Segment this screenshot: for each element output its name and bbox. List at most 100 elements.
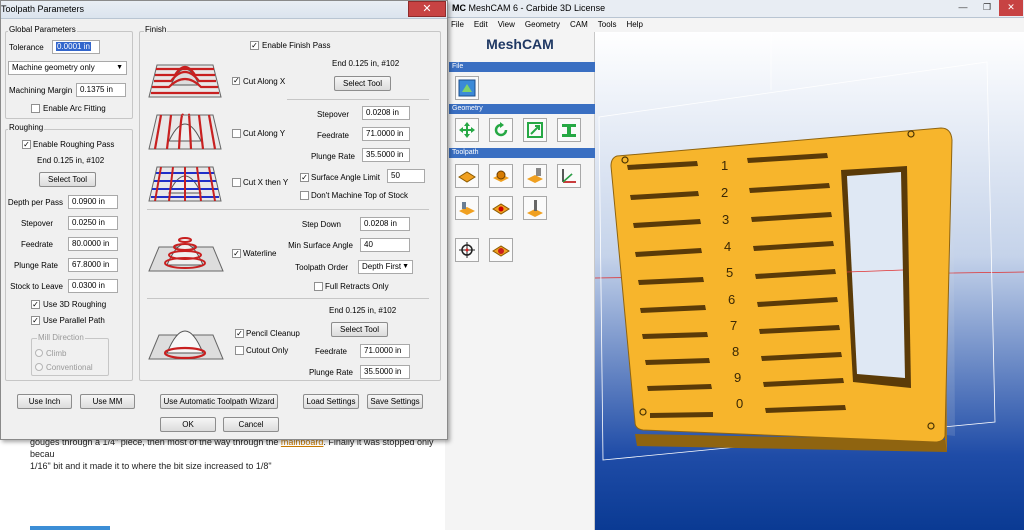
close-icon[interactable]: ✕ (999, 0, 1023, 16)
background-text: gouges through a 1/4" piece, then most o… (30, 436, 445, 472)
roughing-stepover-label: Stepover (20, 219, 53, 228)
minimize-icon[interactable]: — (951, 0, 975, 16)
section-toolpath: Toolpath (449, 148, 595, 158)
meshcam-window: MC MeshCAM 6 - Carbide 3D License — ❐ ✕ … (445, 0, 1024, 530)
finish-stepover-input[interactable]: 0.0208 in (362, 106, 410, 120)
pencil-plunge-label: Plunge Rate (308, 368, 353, 377)
climb-radio[interactable] (35, 349, 43, 357)
digit-7: 7 (730, 318, 738, 333)
geometry-select[interactable]: Machine geometry only ▼ (8, 61, 127, 75)
origin-icon[interactable] (489, 164, 513, 188)
menu-help[interactable]: Help (626, 18, 642, 32)
menu-file[interactable]: File (451, 18, 464, 32)
pencil-feedrate-input[interactable]: 71.0000 in (360, 344, 410, 358)
stock-icon[interactable] (455, 164, 479, 188)
dont-machine-top-checkbox[interactable] (300, 191, 309, 200)
use-inch-button[interactable]: Use Inch (17, 394, 72, 409)
open-file-icon[interactable] (455, 76, 479, 100)
region-icon[interactable] (489, 196, 513, 220)
simulate-icon[interactable] (489, 238, 513, 262)
use-parallel-path-label: Use Parallel Path (43, 316, 105, 325)
use-parallel-path-checkbox[interactable]: ✓ (31, 316, 40, 325)
save-settings-button[interactable]: Save Settings (367, 394, 423, 409)
axes-icon[interactable] (557, 164, 581, 188)
step-down-input[interactable]: 0.0208 in (360, 217, 410, 231)
cut-along-y-checkbox[interactable] (232, 129, 241, 138)
maximize-icon[interactable]: ❐ (975, 0, 999, 16)
surface-angle-checkbox[interactable]: ✓ (300, 173, 309, 182)
cutout-only-checkbox[interactable] (235, 346, 244, 355)
cut-along-y-label: Cut Along Y (243, 129, 286, 138)
enable-finish-label: Enable Finish Pass (262, 41, 331, 50)
menu-edit[interactable]: Edit (474, 18, 488, 32)
pencil-feedrate-label: Feedrate (314, 347, 347, 356)
menu-bar: File Edit View Geometry CAM Tools Help (445, 18, 1024, 32)
pencil-plunge-input[interactable]: 35.5000 in (360, 365, 410, 379)
roughing-stepover-input[interactable]: 0.0250 in (68, 216, 118, 230)
roughing-tool-info: End 0.125 in, #102 (37, 156, 105, 165)
rotate-icon[interactable] (489, 118, 513, 142)
3d-viewport[interactable]: 1 2 3 4 5 6 7 8 9 0 (595, 32, 1024, 530)
surface-angle-label: Surface Angle Limit (311, 173, 380, 182)
chevron-down-icon: ▼ (116, 64, 123, 71)
geometry-select-value: Machine geometry only (12, 63, 95, 72)
menu-geometry[interactable]: Geometry (525, 18, 560, 32)
finish-feedrate-input[interactable]: 71.0000 in (362, 127, 410, 141)
arc-fitting-checkbox[interactable] (31, 104, 40, 113)
toolpath-icon[interactable] (455, 196, 479, 220)
tolerance-input[interactable]: 0.0001 in (52, 40, 100, 54)
tool-depth-icon[interactable] (523, 164, 547, 188)
stock-to-leave-input[interactable]: 0.0300 in (68, 279, 118, 293)
meshcam-titlebar: MC MeshCAM 6 - Carbide 3D License — ❐ ✕ (445, 0, 1024, 18)
roughing-feedrate-label: Feedrate (20, 240, 53, 249)
roughing-select-tool-button[interactable]: Select Tool (39, 172, 96, 187)
menu-view[interactable]: View (498, 18, 515, 32)
digit-6: 6 (728, 292, 736, 307)
crosshair-icon[interactable] (455, 238, 479, 262)
waterline-checkbox[interactable]: ✓ (232, 249, 241, 258)
digit-2: 2 (721, 185, 729, 200)
bg-blue-bar (30, 526, 110, 530)
align-icon[interactable] (557, 118, 581, 142)
menu-cam[interactable]: CAM (570, 18, 588, 32)
toolpath-wizard-button[interactable]: Use Automatic Toolpath Wizard (160, 394, 278, 409)
min-surface-angle-input[interactable]: 40 (360, 238, 410, 252)
tool-panel: MeshCAM File Geometry Toolpath (445, 32, 595, 530)
drill-icon[interactable] (523, 196, 547, 220)
cut-x-then-y-checkbox[interactable] (232, 178, 241, 187)
menu-tools[interactable]: Tools (598, 18, 617, 32)
move-icon[interactable] (455, 118, 479, 142)
digit-4: 4 (724, 239, 732, 254)
finish-feedrate-label: Feedrate (316, 131, 349, 140)
digit-9: 9 (734, 370, 742, 385)
pencil-cleanup-checkbox[interactable]: ✓ (235, 329, 244, 338)
pencil-select-tool-button[interactable]: Select Tool (331, 322, 388, 337)
load-settings-button[interactable]: Load Settings (303, 394, 359, 409)
roughing-feedrate-input[interactable]: 80.0000 in (68, 237, 118, 251)
mc-app-icon: MC (452, 3, 466, 13)
depth-per-pass-input[interactable]: 0.0900 in (68, 195, 118, 209)
finish-label: Finish (144, 25, 168, 34)
finish-select-tool-button[interactable]: Select Tool (334, 76, 391, 91)
finish-plunge-input[interactable]: 35.5000 in (362, 148, 410, 162)
cut-along-x-checkbox[interactable]: ✓ (232, 76, 240, 85)
surface-angle-input[interactable]: 50 (387, 169, 425, 183)
finish-stepover-label: Stepover (316, 110, 349, 119)
dialog-close-icon[interactable]: ✕ (408, 1, 446, 17)
conventional-radio[interactable] (35, 363, 43, 371)
use-mm-button[interactable]: Use MM (80, 394, 135, 409)
stock-to-leave-label: Stock to Leave (10, 282, 63, 291)
ok-button[interactable]: OK (160, 417, 216, 432)
scale-icon[interactable] (523, 118, 547, 142)
enable-roughing-checkbox[interactable]: ✓ (22, 140, 31, 149)
full-retracts-checkbox[interactable] (314, 282, 323, 291)
enable-finish-checkbox[interactable]: ✓ (250, 41, 259, 50)
pencil-cleanup-illustration (148, 330, 224, 360)
cancel-button[interactable]: Cancel (223, 417, 279, 432)
toolpath-order-select[interactable]: Depth First ▼ (358, 260, 413, 274)
step-down-label: Step Down (301, 220, 341, 229)
roughing-plunge-input[interactable]: 67.8000 in (68, 258, 118, 272)
digit-3: 3 (722, 212, 730, 227)
use-3d-roughing-checkbox[interactable]: ✓ (31, 300, 40, 309)
margin-input[interactable]: 0.1375 in (76, 83, 126, 97)
